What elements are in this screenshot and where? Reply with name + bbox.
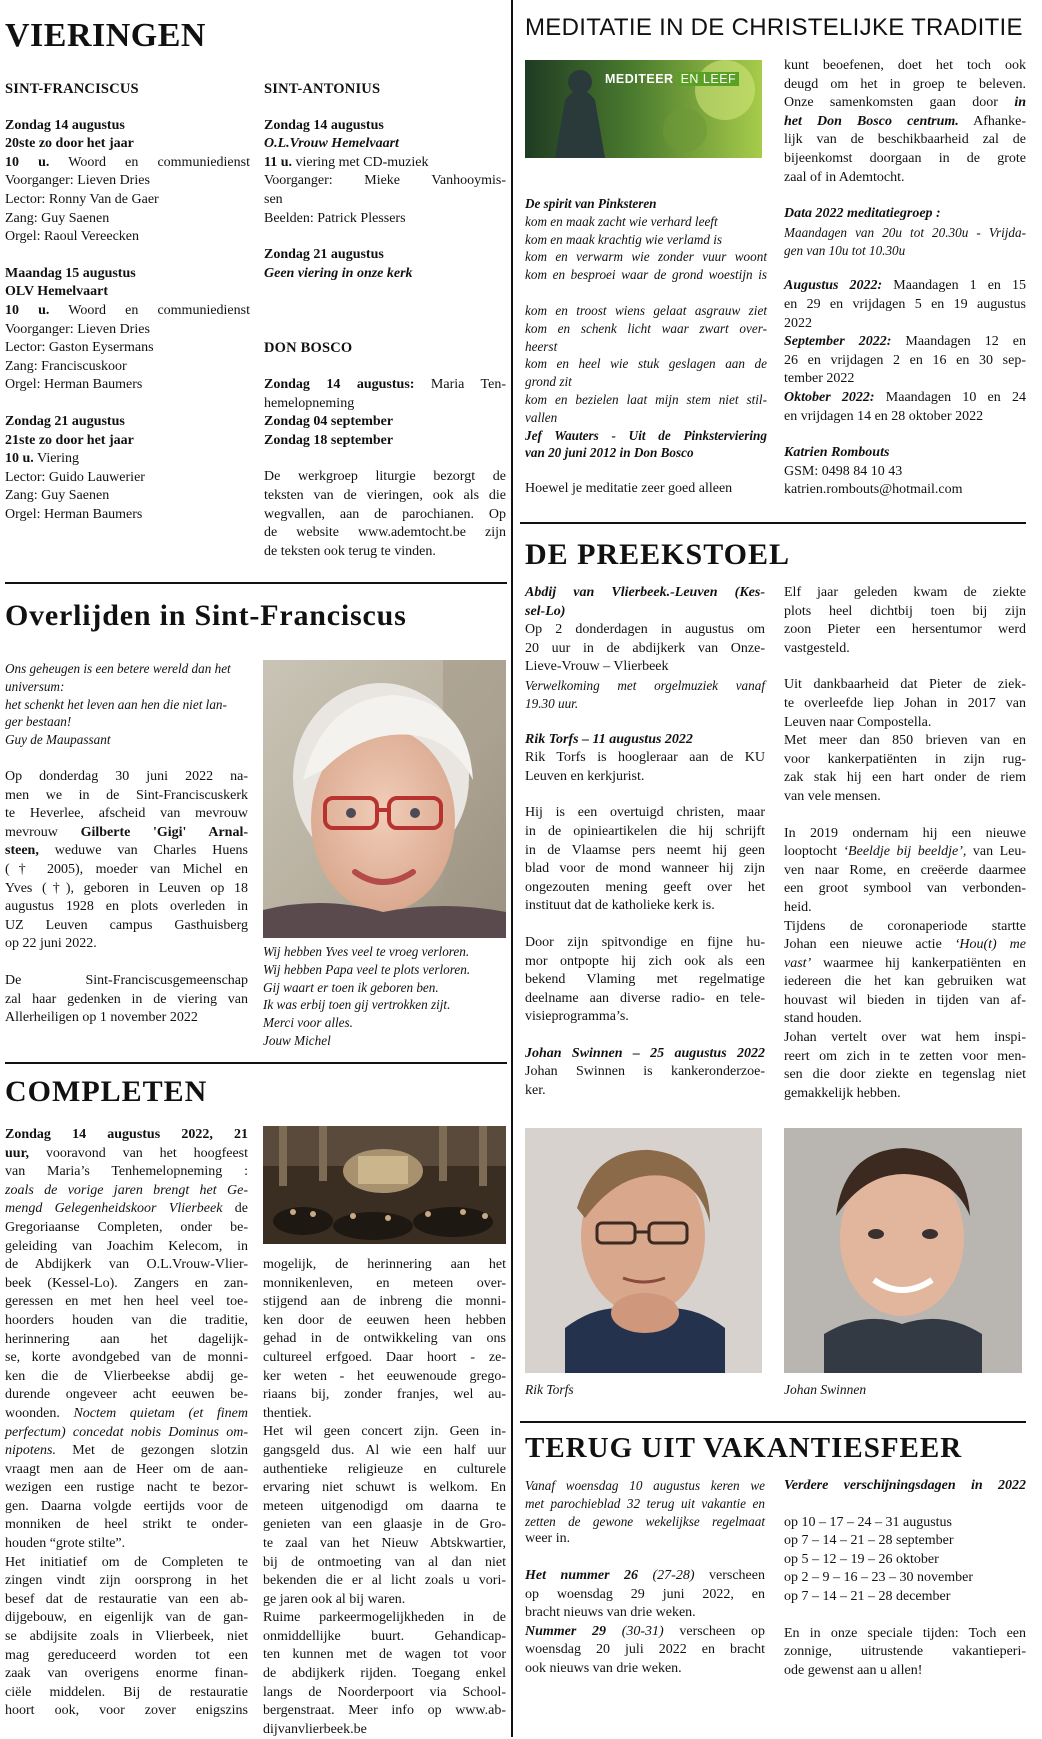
date-line: op 10 – 17 – 24 – 31 augustus	[784, 1514, 952, 1530]
contact-phone: GSM: 0498 84 10 43	[784, 463, 903, 479]
contact-email[interactable]: katrien.rombouts@hotmail.com	[784, 481, 1026, 500]
overlijden-poem: Wij hebben Yves veel te vroeg verloren. …	[263, 944, 471, 1048]
terug-left: Vanaf woensdag 10 augustus keren we met …	[525, 1478, 765, 1676]
date-line: op 7 – 14 – 21 – 28 december	[784, 1588, 951, 1604]
vieringen-franciscus-column: SINT-FRANCISCUS Zondag 14 augustus 20ste…	[5, 80, 250, 524]
antonius-heading: SINT-ANTONIUS	[264, 81, 381, 97]
data-title: Data 2022 meditatiegroep :	[784, 206, 941, 222]
section-title-vieringen: VIERINGEN	[5, 17, 206, 54]
block-line: Lector: Ronny Van de Gaer	[5, 191, 159, 207]
column-divider	[511, 0, 513, 1737]
divider	[520, 1421, 1026, 1423]
date-line: op 5 – 12 – 19 – 26 oktober	[784, 1551, 939, 1567]
block-feast: 21ste zo door het jaar	[5, 432, 134, 448]
meditatie-poem: De spirit van Pinksteren kom en maak zac…	[525, 196, 767, 497]
portrait-photo-johan-swinnen	[784, 1128, 1022, 1373]
contact-name: Katrien Rombouts	[784, 445, 890, 461]
speaker-heading: Johan Swinnen – 25 augustus 2022	[525, 1045, 765, 1061]
block-line: Orgel: Herman Baumers	[5, 377, 143, 393]
franciscus-block: Zondag 14 augustus 20ste zo door het jaa…	[5, 117, 250, 247]
abbey-church-photo	[263, 1126, 506, 1244]
section-title-preekstoel: DE PREEKSTOEL	[525, 538, 791, 571]
meditation-banner: MEDITEER EN LEEF	[525, 60, 762, 158]
block-service: 10 u. Viering	[5, 451, 79, 467]
block-line: Orgel: Herman Baumers	[5, 506, 143, 522]
preekstoel-right: Elf jaar geleden kwam de ziekte plots he…	[784, 585, 1027, 1101]
terug-right: Verdere verschijningsdagen in 2022 op 10…	[784, 1478, 1026, 1678]
franciscus-heading: SINT-FRANCISCUS	[5, 81, 139, 97]
antonius-line: Beelden: Patrick Plessers	[264, 210, 406, 226]
block-service: 10 u. Woord en communiedienst	[5, 154, 250, 170]
donbosco-line: hemelopneming	[264, 395, 355, 411]
completen-column-2: mogelijk, de herinnering aan het monnike…	[263, 1257, 506, 1737]
block-line: Voorganger: Lieven Dries	[5, 173, 150, 189]
portrait-photo-gilberte	[263, 660, 506, 938]
block-line: Lector: Guido Lauwerier	[5, 469, 145, 485]
block-date: Zondag 21 augustus	[5, 413, 125, 429]
donbosco-date: Zondag 18 september	[264, 432, 394, 448]
section-title-meditatie: MEDITATIE IN DE CHRISTELIJKE TRADITIE	[525, 14, 1023, 41]
antonius-line: sen	[264, 191, 283, 207]
donbosco-text: De werkgroep liturgie bezorgt de teksten…	[264, 469, 506, 559]
banner-label: MEDITEER EN LEEF	[605, 70, 740, 89]
section-title-overlijden: Overlijden in Sint-Franciscus	[5, 599, 407, 632]
block-line: Zang: Franciscuskoor	[5, 358, 127, 374]
franciscus-block: Zondag 21 augustus 21ste zo door het jaa…	[5, 413, 250, 525]
block-feast: 20ste zo door het jaar	[5, 136, 134, 152]
section-title-terug: TERUG UIT VAKANTIESFEER	[525, 1432, 963, 1464]
antonius-feast: O.L.Vrouw Hemelvaart	[264, 136, 399, 152]
overlijden-body: Op donderdag 30 juni 2022 na- men we in …	[5, 769, 249, 1026]
antonius-date: Zondag 14 augustus	[264, 117, 384, 133]
block-line: Zang: Guy Saenen	[5, 488, 110, 504]
antonius-line: Voorganger: Mieke Vanhooymis-	[264, 173, 506, 189]
block-line: Voorganger: Lieven Dries	[5, 321, 150, 337]
antonius-note: Geen viering in onze kerk	[264, 265, 413, 281]
caption-johan-swinnen: Johan Swinnen	[784, 1382, 867, 1397]
donbosco-heading: DON BOSCO	[264, 340, 353, 357]
date-line: op 7 – 14 – 21 – 28 september	[784, 1533, 954, 1549]
block-date: Maandag 15 augustus	[5, 265, 136, 281]
franciscus-block: Maandag 15 augustus OLV Hemelvaart 10 u.…	[5, 265, 250, 395]
donbosco-date: Zondag 04 september	[264, 414, 394, 430]
block-date: Zondag 14 augustus	[5, 117, 125, 133]
meditatie-right: kunt beoefenen, doet het toch ook deugd …	[784, 57, 1026, 500]
block-feast: OLV Hemelvaart	[5, 284, 109, 300]
block-line: Zang: Guy Saenen	[5, 210, 110, 226]
caption-rik-torfs: Rik Torfs	[525, 1382, 574, 1397]
divider	[520, 522, 1026, 524]
divider	[5, 582, 507, 584]
vieringen-antonius-column: SINT-ANTONIUS Zondag 14 augustus O.L.Vro…	[264, 80, 506, 561]
block-service: 10 u. Woord en communiedienst	[5, 302, 250, 318]
section-title-completen: COMPLETEN	[5, 1075, 208, 1108]
date-line: op 2 – 9 – 16 – 23 – 30 november	[784, 1570, 973, 1586]
antonius-service: 11 u. viering met CD-muziek	[264, 154, 429, 170]
antonius-date: Zondag 21 augustus	[264, 247, 384, 263]
overlijden-quote: Ons geheugen is een betere wereld dan he…	[5, 661, 231, 748]
donbosco-line: Zondag 14 augustus: Maria Ten-	[264, 376, 506, 392]
block-line: Orgel: Raoul Vereecken	[5, 229, 139, 245]
block-line: Lector: Gaston Eysermans	[5, 340, 154, 356]
preekstoel-left: Abdij van Vlierbeek.-Leuven (Kes- sel-Lo…	[525, 585, 765, 1099]
divider	[5, 1062, 507, 1064]
dates-title: Verdere verschijningsdagen in 2022	[784, 1478, 1026, 1493]
completen-column-1: Zondag 14 augustus 2022, 21 uur, vooravo…	[5, 1127, 248, 1719]
speaker-heading: Rik Torfs – 11 augustus 2022	[525, 731, 693, 747]
portrait-photo-rik-torfs	[525, 1128, 762, 1373]
